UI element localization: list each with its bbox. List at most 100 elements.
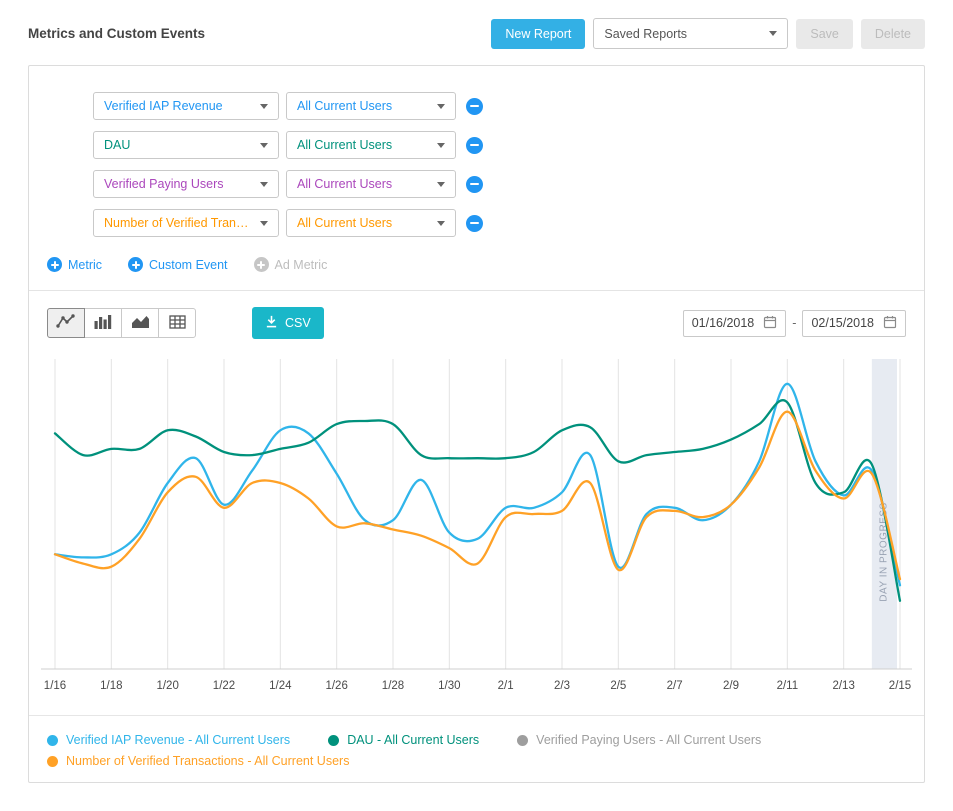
legend-label: DAU - All Current Users <box>347 733 479 747</box>
chart-type-line-button[interactable] <box>47 308 85 338</box>
metric-dropdown-value: Number of Verified Trans... <box>104 216 252 230</box>
segment-dropdown-value: All Current Users <box>297 138 392 152</box>
metric-row: Number of Verified Trans... All Current … <box>93 209 906 237</box>
metric-dropdown[interactable]: Verified Paying Users <box>93 170 279 198</box>
segment-dropdown[interactable]: All Current Users <box>286 92 456 120</box>
series-dot-icon <box>517 735 528 746</box>
table-view-icon <box>169 315 186 332</box>
svg-text:2/7: 2/7 <box>667 680 683 692</box>
remove-metric-button[interactable] <box>466 176 483 193</box>
chevron-down-icon <box>437 182 445 187</box>
chevron-down-icon <box>260 104 268 109</box>
metric-dropdown[interactable]: Verified IAP Revenue <box>93 92 279 120</box>
add-custom-event-link[interactable]: Custom Event <box>128 257 228 272</box>
segment-dropdown-value: All Current Users <box>297 177 392 191</box>
metric-row: Verified Paying Users All Current Users <box>93 170 906 198</box>
chart-area: DAY IN PROGRESS1/161/181/201/221/241/261… <box>29 349 924 703</box>
svg-text:2/15: 2/15 <box>889 680 911 692</box>
report-card: Verified IAP Revenue All Current Users D… <box>28 65 925 783</box>
saved-reports-select[interactable]: Saved Reports <box>593 18 788 49</box>
topbar: Metrics and Custom Events New Report Sav… <box>28 18 925 49</box>
download-icon <box>265 315 278 331</box>
svg-text:1/24: 1/24 <box>269 680 292 692</box>
legend-item[interactable]: DAU - All Current Users <box>328 733 479 747</box>
legend-label: Verified IAP Revenue - All Current Users <box>66 733 290 747</box>
add-ad-metric-link[interactable]: Ad Metric <box>254 257 328 272</box>
series-dot-icon <box>328 735 339 746</box>
page-title: Metrics and Custom Events <box>28 26 205 41</box>
date-from-value: 01/16/2018 <box>692 316 755 330</box>
svg-text:2/13: 2/13 <box>832 680 854 692</box>
delete-button[interactable]: Delete <box>861 19 925 49</box>
add-metric-link[interactable]: Metric <box>47 257 102 272</box>
add-custom-event-label: Custom Event <box>149 258 228 272</box>
chart-legend: Verified IAP Revenue - All Current Users… <box>29 715 924 782</box>
add-ad-metric-label: Ad Metric <box>275 258 328 272</box>
svg-text:1/30: 1/30 <box>438 680 460 692</box>
metrics-section: Verified IAP Revenue All Current Users D… <box>29 66 924 290</box>
date-to-input[interactable]: 02/15/2018 <box>802 310 906 337</box>
metric-dropdown[interactable]: Number of Verified Trans... <box>93 209 279 237</box>
remove-metric-button[interactable] <box>466 137 483 154</box>
svg-text:1/20: 1/20 <box>156 680 178 692</box>
save-button[interactable]: Save <box>796 19 853 49</box>
add-metric-label: Metric <box>68 258 102 272</box>
chevron-down-icon <box>260 221 268 226</box>
chevron-down-icon <box>260 143 268 148</box>
bar-chart-icon <box>94 314 112 332</box>
series-dot-icon <box>47 756 58 767</box>
segment-dropdown[interactable]: All Current Users <box>286 170 456 198</box>
svg-text:1/26: 1/26 <box>325 680 347 692</box>
date-range-separator: - <box>792 316 796 330</box>
metric-row: Verified IAP Revenue All Current Users <box>93 92 906 120</box>
date-from-input[interactable]: 01/16/2018 <box>683 310 787 337</box>
svg-text:1/18: 1/18 <box>100 680 122 692</box>
calendar-icon <box>883 315 897 332</box>
svg-text:1/22: 1/22 <box>213 680 235 692</box>
segment-dropdown[interactable]: All Current Users <box>286 209 456 237</box>
chart-type-area-button[interactable] <box>121 308 159 338</box>
svg-text:2/9: 2/9 <box>723 680 739 692</box>
chevron-down-icon <box>437 104 445 109</box>
csv-download-button[interactable]: CSV <box>252 307 324 339</box>
chevron-down-icon <box>437 221 445 226</box>
svg-text:2/3: 2/3 <box>554 680 570 692</box>
calendar-icon <box>763 315 777 332</box>
page: Metrics and Custom Events New Report Sav… <box>0 0 953 801</box>
svg-text:1/28: 1/28 <box>382 680 404 692</box>
legend-item[interactable]: Verified IAP Revenue - All Current Users <box>47 733 290 747</box>
metric-dropdown-value: DAU <box>104 138 130 152</box>
line-chart-canvas: DAY IN PROGRESS1/161/181/201/221/241/261… <box>41 353 912 698</box>
metric-dropdown[interactable]: DAU <box>93 131 279 159</box>
chart-type-table-button[interactable] <box>158 308 196 338</box>
chart-type-bar-button[interactable] <box>84 308 122 338</box>
remove-metric-button[interactable] <box>466 98 483 115</box>
chevron-down-icon <box>260 182 268 187</box>
chart-toolbar: CSV 01/16/2018 - 02/15/2018 <box>29 291 924 349</box>
legend-label: Verified Paying Users - All Current User… <box>536 733 761 747</box>
add-row: Metric Custom Event Ad Metric <box>47 257 906 272</box>
metric-dropdown-value: Verified Paying Users <box>104 177 224 191</box>
new-report-button[interactable]: New Report <box>491 19 585 49</box>
top-controls: New Report Saved Reports Save Delete <box>491 18 925 49</box>
saved-reports-value: Saved Reports <box>604 27 687 41</box>
date-to-value: 02/15/2018 <box>811 316 874 330</box>
remove-metric-button[interactable] <box>466 215 483 232</box>
metric-row: DAU All Current Users <box>93 131 906 159</box>
series-dot-icon <box>47 735 58 746</box>
svg-text:2/1: 2/1 <box>498 680 514 692</box>
legend-item[interactable]: Number of Verified Transactions - All Cu… <box>47 754 349 768</box>
metric-dropdown-value: Verified IAP Revenue <box>104 99 223 113</box>
date-range: 01/16/2018 - 02/15/2018 <box>683 310 906 337</box>
chevron-down-icon <box>769 31 777 36</box>
segment-dropdown-value: All Current Users <box>297 99 392 113</box>
line-chart-icon <box>56 314 76 332</box>
legend-item[interactable]: Verified Paying Users - All Current User… <box>517 733 761 747</box>
plus-circle-icon <box>128 257 143 272</box>
chevron-down-icon <box>437 143 445 148</box>
segment-dropdown-value: All Current Users <box>297 216 392 230</box>
segment-dropdown[interactable]: All Current Users <box>286 131 456 159</box>
svg-text:1/16: 1/16 <box>44 680 66 692</box>
legend-label: Number of Verified Transactions - All Cu… <box>66 754 349 768</box>
svg-text:2/5: 2/5 <box>610 680 626 692</box>
